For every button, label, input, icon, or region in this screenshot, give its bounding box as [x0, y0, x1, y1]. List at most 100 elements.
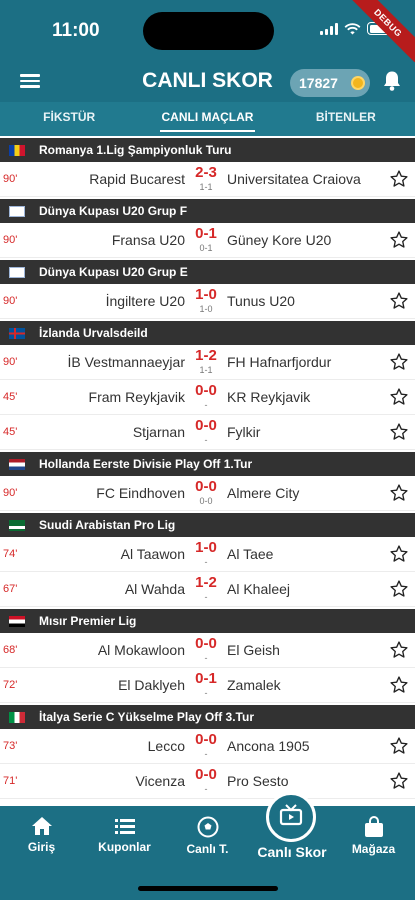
saudi-flag-icon — [9, 519, 25, 531]
favorite-star-icon[interactable] — [389, 230, 409, 250]
favorite-star-icon[interactable] — [389, 169, 409, 189]
halftime-score: 1-1 — [199, 365, 213, 375]
favorite-star-icon[interactable] — [389, 483, 409, 503]
favorite-star-icon[interactable] — [389, 291, 409, 311]
league-header[interactable]: İtalya Serie C Yükselme Play Off 3.Tur — [0, 705, 415, 729]
app-header: CANLI SKOR 17827 — [0, 62, 415, 102]
halftime-score: - — [204, 557, 208, 567]
halftime-score: - — [204, 653, 208, 663]
match-score: 1-0 — [195, 286, 217, 303]
favorite-star-icon[interactable] — [389, 579, 409, 599]
match-score: 0-0 — [195, 635, 217, 652]
match-row[interactable]: 45' Fram Reykjavik 0-0 - KR Reykjavik — [0, 380, 415, 415]
coin-balance[interactable]: 17827 — [290, 69, 370, 97]
league-name: Hollanda Eerste Divisie Play Off 1.Tur — [39, 457, 253, 471]
nav-canli-skor[interactable] — [266, 792, 316, 842]
home-indicator — [138, 886, 278, 891]
list-icon — [114, 819, 135, 834]
favorite-star-icon[interactable] — [389, 771, 409, 791]
favorite-star-icon[interactable] — [389, 352, 409, 372]
soccer-ball-icon — [197, 816, 218, 838]
away-team: KR Reykjavik — [227, 389, 311, 405]
halftime-score: 0-1 — [199, 243, 213, 253]
tab-fikstur[interactable]: FİKSTÜR — [0, 102, 138, 136]
halftime-score: 0-0 — [199, 496, 213, 506]
match-row[interactable]: 73' Lecco 0-0 - Ancona 1905 — [0, 729, 415, 764]
home-team: Fransa U20 — [111, 232, 185, 248]
league-header[interactable]: Hollanda Eerste Divisie Play Off 1.Tur — [0, 452, 415, 476]
match-score: 0-1 — [195, 670, 217, 687]
favorite-star-icon[interactable] — [389, 422, 409, 442]
match-row[interactable]: 90' FC Eindhoven 0-0 0-0 Almere City — [0, 476, 415, 511]
home-team: İB Vestmannaeyjar — [67, 354, 185, 370]
match-minute: 45' — [3, 391, 18, 403]
away-team: FH Hafnarfjordur — [227, 354, 332, 370]
coin-icon — [351, 76, 365, 90]
match-tabs: FİKSTÜR CANLI MAÇLAR BİTENLER — [0, 102, 415, 136]
match-score: 1-0 — [195, 539, 217, 556]
match-minute: 90' — [3, 295, 18, 307]
home-team: FC Eindhoven — [96, 485, 185, 501]
nav-label-canli-skor: Canlı Skor — [257, 844, 327, 860]
away-team: Zamalek — [227, 677, 281, 693]
home-team: Lecco — [147, 738, 185, 754]
league-header[interactable]: Suudi Arabistan Pro Lig — [0, 513, 415, 537]
nav-magaza[interactable]: Mağaza — [332, 816, 415, 856]
away-team: Al Khaleej — [227, 581, 291, 597]
league-header[interactable]: Mısır Premier Lig — [0, 609, 415, 633]
nav-kuponlar[interactable]: Kuponlar — [83, 816, 166, 854]
favorite-star-icon[interactable] — [389, 736, 409, 756]
match-list[interactable]: Romanya 1.Lig Şampiyonluk Turu 90' Rapid… — [0, 136, 415, 806]
league-header[interactable]: Dünya Kupası U20 Grup F — [0, 199, 415, 223]
match-row[interactable]: 71' Vicenza 0-0 - Pro Sesto — [0, 764, 415, 799]
match-row[interactable]: 90' İB Vestmannaeyjar 1-2 1-1 FH Hafnarf… — [0, 345, 415, 380]
home-team: Al Taawon — [120, 546, 185, 562]
match-row[interactable]: 67' Al Wahda 1-2 - Al Khaleej — [0, 572, 415, 607]
home-team: Fram Reykjavik — [88, 389, 185, 405]
favorite-star-icon[interactable] — [389, 640, 409, 660]
home-team: Al Wahda — [124, 581, 185, 597]
league-name: Dünya Kupası U20 Grup E — [39, 265, 188, 279]
fifa-icon — [9, 266, 25, 278]
bell-icon[interactable] — [382, 70, 402, 92]
match-minute: 90' — [3, 234, 18, 246]
away-team: Al Taee — [227, 546, 274, 562]
match-minute: 90' — [3, 173, 18, 185]
nav-label: Canlı T. — [186, 842, 229, 856]
league-header[interactable]: Dünya Kupası U20 Grup E — [0, 260, 415, 284]
wifi-icon — [344, 22, 361, 34]
away-team: Tunus U20 — [227, 293, 295, 309]
match-minute: 73' — [3, 740, 18, 752]
dynamic-island — [143, 12, 274, 50]
league-name: Mısır Premier Lig — [39, 614, 137, 628]
favorite-star-icon[interactable] — [389, 675, 409, 695]
match-score: 0-1 — [195, 225, 217, 242]
nav-giris[interactable]: Giriş — [0, 816, 83, 854]
match-row[interactable]: 90' Fransa U20 0-1 0-1 Güney Kore U20 — [0, 223, 415, 258]
match-row[interactable]: 90' İngiltere U20 1-0 1-0 Tunus U20 — [0, 284, 415, 319]
match-row[interactable]: 72' El Daklyeh 0-1 - Zamalek — [0, 668, 415, 703]
nav-canli-t[interactable]: Canlı T. — [166, 816, 249, 856]
league-header[interactable]: İzlanda Urvalsdeild — [0, 321, 415, 345]
tab-canli-maclar[interactable]: CANLI MAÇLAR — [138, 102, 276, 136]
league-name: İzlanda Urvalsdeild — [39, 326, 148, 340]
romania-flag-icon — [9, 144, 25, 156]
tab-bitenler[interactable]: BİTENLER — [277, 102, 415, 136]
home-team: Vicenza — [135, 773, 185, 789]
match-minute: 68' — [3, 644, 18, 656]
match-minute: 74' — [3, 548, 18, 560]
match-row[interactable]: 74' Al Taawon 1-0 - Al Taee — [0, 537, 415, 572]
match-minute: 67' — [3, 583, 18, 595]
match-row[interactable]: 90' Rapid Bucarest 2-3 1-1 Universitatea… — [0, 162, 415, 197]
favorite-star-icon[interactable] — [389, 544, 409, 564]
match-row[interactable]: 68' Al Mokawloon 0-0 - El Geish — [0, 633, 415, 668]
shopping-bag-icon — [364, 816, 383, 837]
halftime-score: - — [204, 749, 208, 759]
halftime-score: 1-1 — [199, 182, 213, 192]
league-header[interactable]: Romanya 1.Lig Şampiyonluk Turu — [0, 138, 415, 162]
favorite-star-icon[interactable] — [389, 387, 409, 407]
italy-flag-icon — [9, 711, 25, 723]
match-row[interactable]: 45' Stjarnan 0-0 - Fylkir — [0, 415, 415, 450]
home-team: Al Mokawloon — [97, 642, 185, 658]
menu-icon[interactable] — [20, 74, 40, 90]
